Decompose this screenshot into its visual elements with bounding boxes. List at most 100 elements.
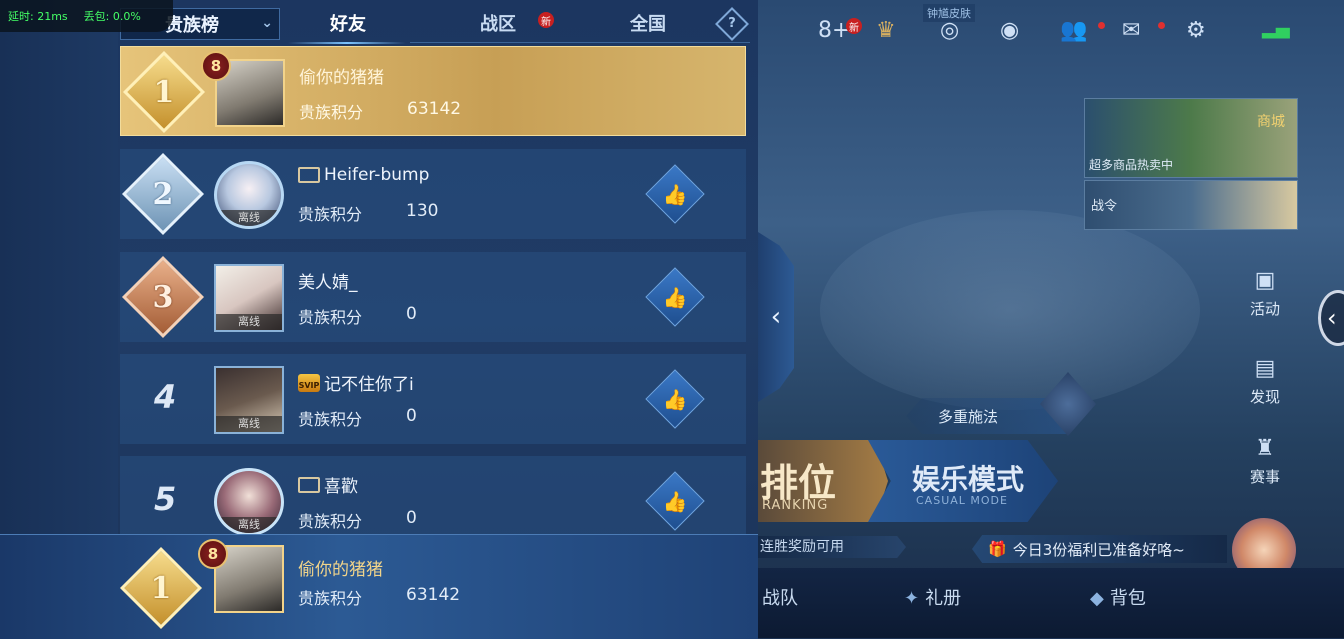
crown-icon[interactable]: ♛ (876, 18, 896, 43)
casual-subtitle: CASUAL MODE (916, 494, 1008, 507)
like-button[interactable]: 👍 (645, 267, 705, 327)
leaderboard-row[interactable]: 1 8 偷你的猪猪 贵族积分 63142 (120, 46, 746, 136)
help-button[interactable]: ? (715, 7, 749, 41)
offline-label: 离线 (217, 210, 281, 226)
thumbs-up-icon: 👍 (662, 182, 688, 206)
player-name: 偷你的猪猪 (299, 68, 384, 88)
tab-national[interactable]: 全国 (630, 10, 666, 36)
like-button[interactable]: 👍 (645, 164, 705, 224)
gift-bar[interactable]: 🎁 今日3份福利已准备好咯~ (972, 535, 1227, 563)
eye-icon[interactable]: ◉ (1000, 18, 1019, 43)
leaderboard-row[interactable]: 3 离线 美人婧_ 贵族积分 0 👍 (120, 252, 746, 342)
leaderboard-tabs: 贵族榜 ⌄ 好友 战区 新 全国 ? (120, 7, 750, 44)
friend-count[interactable]: 8+ (818, 18, 850, 43)
player-name: 喜歡 (298, 472, 358, 497)
score-label: 贵族积分 (299, 103, 364, 122)
battle-pass-label: 战令 (1091, 199, 1118, 214)
notify-dot (1098, 22, 1105, 29)
side-discover-label: 发现 (1249, 388, 1280, 406)
level-badge: 8 (201, 51, 231, 81)
leaderboard-row[interactable]: 2 离线 Heifer-bump 贵族积分 130 👍 (120, 149, 746, 239)
thumbs-up-icon: 👍 (662, 285, 688, 309)
gear-icon[interactable]: ⚙ (1186, 18, 1206, 43)
gift-book-button[interactable]: ✦ 礼册 (904, 584, 961, 610)
backpack-button[interactable]: ◆ 背包 (1090, 584, 1146, 610)
tab-divider (410, 42, 750, 43)
casual-mode-button[interactable]: 娱乐模式 CASUAL MODE (868, 440, 1058, 522)
score-value: 0 (406, 304, 417, 324)
player-name: Heifer-bump (298, 165, 429, 185)
ranked-mode-button[interactable]: 排位 RANKING (758, 440, 888, 522)
score-value: 63142 (407, 99, 462, 119)
score-label: 贵族积分 (298, 205, 363, 224)
score-label: 贵族积分 (298, 512, 363, 531)
mall-label: 商城 (1257, 114, 1285, 130)
backpack-icon: ◆ (1090, 588, 1104, 609)
trophy-icon: ♜ (1255, 436, 1275, 461)
rank-medal-bronze: 3 (121, 255, 205, 339)
network-status: 延时: 21ms 丢包: 0.0% (0, 0, 173, 32)
score-label: 贵族积分 (298, 589, 363, 608)
score-value: 130 (406, 201, 439, 221)
help-icon: ? (728, 16, 736, 31)
like-button[interactable]: 👍 (645, 471, 705, 531)
lobby-mist (820, 210, 1200, 410)
gift-bar-label: 今日3份福利已准备好咯~ (1012, 540, 1185, 559)
offline-label: 离线 (216, 416, 282, 432)
new-badge: 新 (846, 18, 862, 34)
tab-active-indicator (288, 42, 406, 44)
noble-icon (298, 476, 320, 493)
rank-medal-silver: 2 (121, 152, 205, 236)
rank-number: 4 (154, 378, 177, 416)
team-label: 战队 (762, 588, 798, 609)
ranked-subtitle: RANKING (762, 498, 829, 513)
discover-icon: ▤ (1254, 356, 1276, 381)
avatar[interactable]: 离线 (214, 161, 284, 229)
svip-icon: SVIP (298, 373, 320, 392)
chevron-down-icon: ⌄ (261, 15, 273, 31)
score-value: 0 (406, 508, 417, 528)
activity-icon: ▣ (1254, 268, 1276, 293)
side-discover-button[interactable]: ▤ 发现 (1240, 356, 1290, 407)
leaderboard-row[interactable]: 5 离线 喜歡 贵族积分 0 👍 (120, 456, 746, 546)
tab-friends[interactable]: 好友 (330, 10, 366, 36)
dropdown-label: 贵族榜 (165, 15, 219, 36)
new-badge: 新 (538, 12, 554, 28)
leaderboard-row[interactable]: 4 离线 SVIP 记不住你了i 贵族积分 0 👍 (120, 354, 746, 444)
friends-icon[interactable]: 👥 (1060, 18, 1087, 43)
thumbs-up-icon: 👍 (662, 489, 688, 513)
noble-icon (298, 167, 320, 183)
avatar[interactable]: 离线 (214, 468, 284, 536)
avatar[interactable]: 离线 (214, 264, 284, 332)
shop-card[interactable]: 商城 超多商品热卖中 (1084, 98, 1298, 178)
offline-label: 离线 (216, 314, 282, 330)
mail-icon[interactable]: ✉ (1122, 18, 1140, 43)
like-button[interactable]: 👍 (645, 369, 705, 429)
gift-icon: 🎁 (988, 540, 1007, 558)
side-events-label: 赛事 (1249, 468, 1280, 486)
my-rank-footer: 1 8 偷你的猪猪 贵族积分 63142 (0, 534, 758, 639)
avatar[interactable]: 离线 (214, 366, 284, 434)
gift-book-icon: ✦ (904, 588, 920, 609)
side-activity-label: 活动 (1249, 300, 1280, 318)
side-events-button[interactable]: ♜ 赛事 (1240, 436, 1290, 487)
packet-loss-text: 丢包: 0.0% (83, 10, 141, 23)
team-button[interactable]: 战队 (762, 584, 798, 610)
wifi-icon: ▂▄ (1262, 18, 1290, 39)
win-reward-bar[interactable]: 连胜奖励可用 (758, 536, 906, 558)
score-label: 贵族积分 (298, 308, 363, 327)
score-value: 0 (406, 406, 417, 426)
player-name: 偷你的猪猪 (298, 560, 383, 580)
level-badge: 8 (198, 539, 228, 569)
tab-zone[interactable]: 战区 (480, 10, 516, 36)
notify-dot (1158, 22, 1165, 29)
latency-text: 延时: 21ms (8, 10, 68, 23)
casual-title: 娱乐模式 (912, 463, 1025, 496)
battle-pass-card[interactable]: 战令 (1084, 180, 1298, 230)
player-name: SVIP 记不住你了i (298, 373, 414, 395)
shop-subtitle: 超多商品热卖中 (1089, 158, 1174, 172)
thumbs-up-icon: 👍 (662, 387, 688, 411)
bottom-bar (758, 568, 1344, 638)
target-icon[interactable]: ◎ (940, 18, 959, 43)
side-activity-button[interactable]: ▣ 活动 (1240, 268, 1290, 319)
